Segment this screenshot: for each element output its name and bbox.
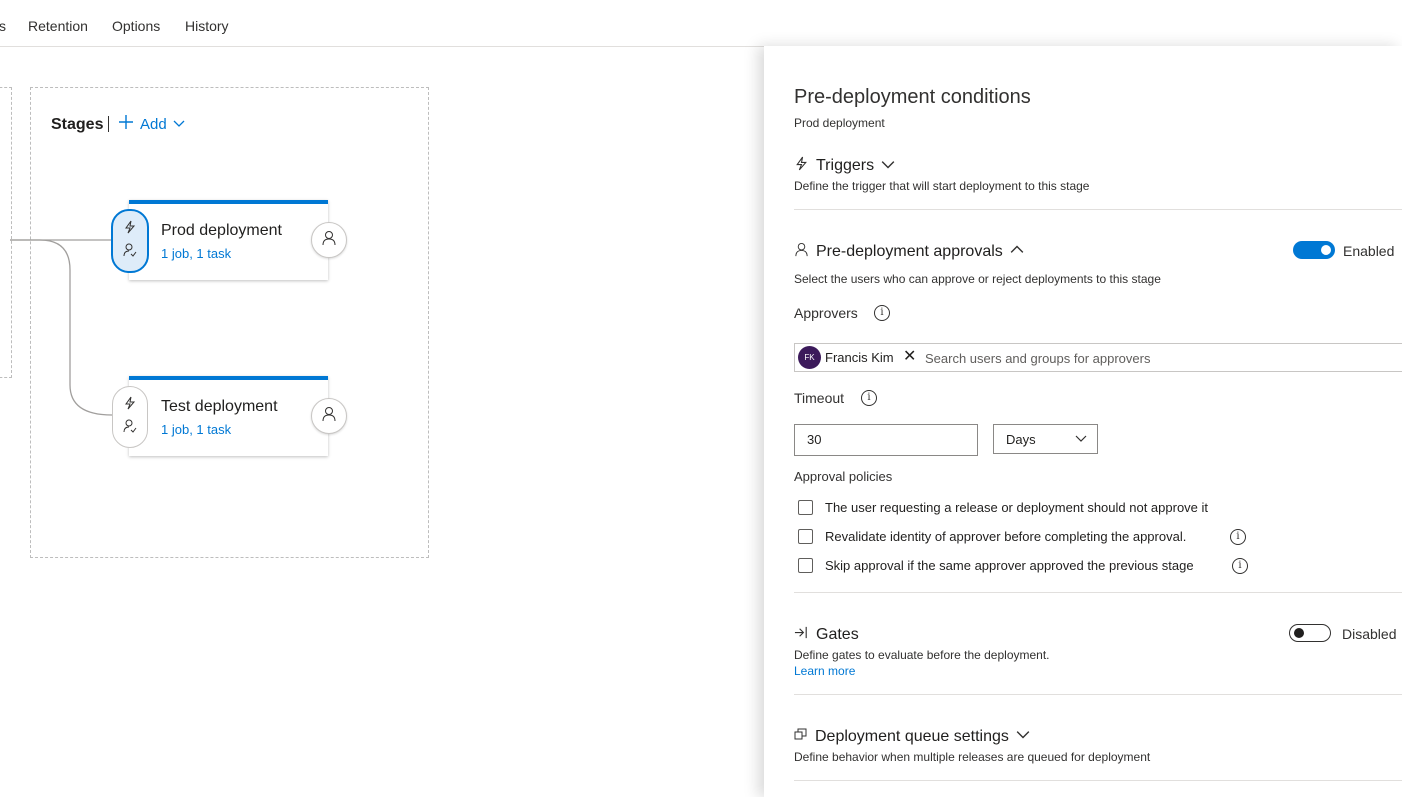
approvals-description: Select the users who can approve or reje… (794, 272, 1161, 286)
stage-summary-link[interactable]: 1 job, 1 task (161, 246, 231, 261)
trigger-icon (123, 396, 137, 415)
approvers-label: Approvers (794, 305, 858, 321)
policy-label: The user requesting a release or deploym… (825, 500, 1209, 515)
chevron-up-icon (1010, 243, 1024, 262)
policy-checkbox[interactable] (798, 529, 813, 544)
tab-options[interactable]: Options (112, 18, 160, 34)
post-deployment-conditions-button-prod[interactable] (311, 222, 347, 258)
approver-icon (123, 419, 137, 438)
approvals-title: Pre-deployment approvals (816, 243, 1003, 260)
stage-summary-link[interactable]: 1 job, 1 task (161, 422, 231, 437)
panel-title: Pre-deployment conditions (794, 86, 1031, 108)
tab-previous[interactable]: s (0, 18, 6, 34)
top-nav: s Retention Options History (0, 0, 1402, 47)
queue-settings-title: Deployment queue settings (815, 727, 1009, 745)
timeout-field[interactable] (794, 424, 978, 456)
policy-row[interactable]: The user requesting a release or deploym… (798, 500, 1208, 515)
person-icon (321, 406, 337, 427)
approvers-search-input[interactable] (923, 347, 1402, 369)
approver-chip-name: Francis Kim (825, 350, 894, 365)
chevron-down-icon (881, 157, 895, 176)
plus-icon (118, 114, 134, 134)
person-icon (321, 230, 337, 251)
policy-label: Skip approval if the same approver appro… (825, 558, 1194, 573)
queue-settings-header[interactable]: Deployment queue settings (794, 727, 1030, 746)
timeout-unit-value: Days (1006, 431, 1036, 447)
divider (794, 592, 1402, 593)
post-deployment-conditions-button-test[interactable] (311, 398, 347, 434)
chevron-down-icon (1075, 432, 1087, 447)
info-icon[interactable]: i (861, 390, 877, 406)
pre-deployment-conditions-button-test[interactable] (112, 386, 148, 448)
stage-name: Test deployment (161, 398, 278, 415)
trigger-icon (123, 220, 137, 239)
toggle-knob (1321, 245, 1331, 255)
approvals-header[interactable]: Pre-deployment approvals (794, 242, 1024, 262)
timeout-input[interactable] (795, 425, 977, 453)
timeout-unit-dropdown[interactable]: Days (993, 424, 1098, 454)
tab-retention[interactable]: Retention (28, 18, 88, 34)
gates-title: Gates (816, 626, 859, 643)
pre-deployment-conditions-button-prod[interactable] (111, 209, 149, 273)
divider (794, 209, 1402, 210)
gates-header[interactable]: Gates (794, 625, 859, 645)
tab-history[interactable]: History (185, 18, 229, 34)
approvals-toggle-label: Enabled (1343, 243, 1395, 259)
triggers-description: Define the trigger that will start deplo… (794, 179, 1090, 193)
info-icon[interactable]: i (874, 305, 890, 321)
info-icon[interactable]: i (1230, 529, 1246, 545)
person-icon (794, 242, 809, 262)
chevron-down-icon (1016, 727, 1030, 746)
trigger-icon (794, 156, 809, 176)
stages-title: Stages (51, 116, 104, 133)
learn-more-link[interactable]: Learn more (794, 664, 855, 678)
policy-row[interactable]: Skip approval if the same approver appro… (798, 558, 1194, 573)
gate-icon (794, 625, 809, 645)
gates-toggle-label: Disabled (1342, 626, 1397, 642)
avatar: FK (798, 346, 821, 369)
policy-checkbox[interactable] (798, 558, 813, 573)
info-icon[interactable]: i (1232, 558, 1248, 574)
chevron-down-icon (173, 116, 185, 133)
queue-settings-description: Define behavior when multiple releases a… (794, 750, 1151, 764)
timeout-label: Timeout (794, 390, 845, 406)
policy-label: Revalidate identity of approver before c… (825, 529, 1187, 544)
add-stage-button[interactable]: Add (118, 113, 185, 135)
panel-subtitle: Prod deployment (794, 116, 885, 130)
toggle-knob (1294, 628, 1304, 638)
approval-policies-label: Approval policies (794, 469, 893, 484)
divider (794, 694, 1402, 695)
stages-separator (108, 116, 109, 132)
approver-icon (123, 243, 137, 262)
pre-deployment-conditions-panel: Pre-deployment conditions Prod deploymen… (764, 46, 1402, 797)
remove-approver-icon[interactable]: ✕ (903, 348, 916, 366)
approvers-picker[interactable]: FK Francis Kim ✕ (794, 343, 1402, 372)
gates-description: Define gates to evaluate before the depl… (794, 648, 1050, 662)
policy-checkbox[interactable] (798, 500, 813, 515)
divider (794, 780, 1402, 781)
stage-name: Prod deployment (161, 222, 282, 239)
triggers-header[interactable]: Triggers (794, 156, 895, 176)
gates-toggle[interactable] (1289, 624, 1331, 642)
policy-row[interactable]: Revalidate identity of approver before c… (798, 529, 1186, 544)
approvals-toggle[interactable] (1293, 241, 1335, 259)
add-label: Add (140, 115, 167, 133)
triggers-title: Triggers (816, 157, 875, 174)
stage-card-prod[interactable]: Prod deployment 1 job, 1 task (129, 200, 328, 280)
queue-icon (794, 727, 808, 746)
stage-card-test[interactable]: Test deployment 1 job, 1 task (129, 376, 328, 456)
